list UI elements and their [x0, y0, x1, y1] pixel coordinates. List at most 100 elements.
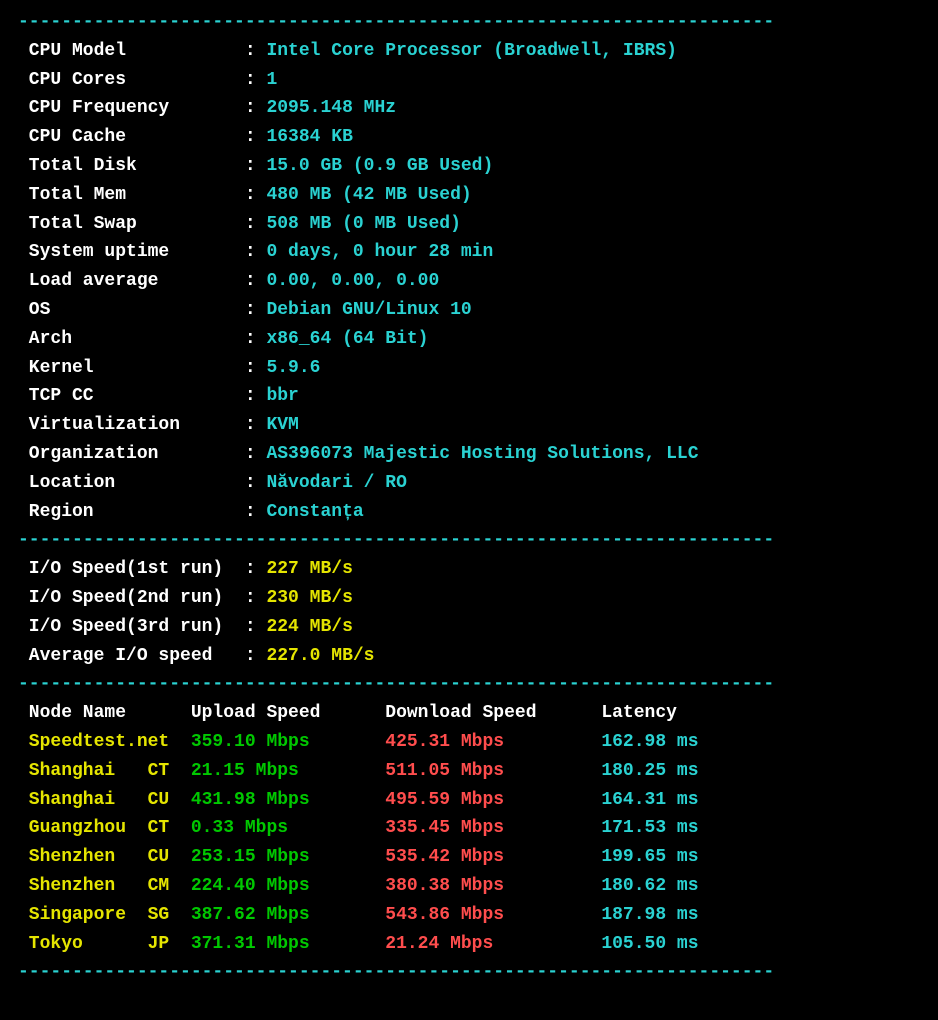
divider-line: ----------------------------------------… [18, 8, 920, 37]
io-speed-section: I/O Speed(1st run) : 227 MB/s I/O Speed(… [18, 555, 920, 670]
io-row: I/O Speed(3rd run) : 224 MB/s [18, 613, 920, 642]
sysinfo-label: OS : [18, 300, 266, 320]
sysinfo-row: Total Mem : 480 MB (42 MB Used) [18, 181, 920, 210]
upload-speed: 431.98 Mbps [191, 790, 385, 810]
sysinfo-row: System uptime : 0 days, 0 hour 28 min [18, 238, 920, 267]
sysinfo-row: Arch : x86_64 (64 Bit) [18, 325, 920, 354]
col-header-download: Download Speed [385, 703, 601, 723]
sysinfo-row: Load average : 0.00, 0.00, 0.00 [18, 267, 920, 296]
sysinfo-label: CPU Frequency : [18, 98, 266, 118]
upload-speed: 387.62 Mbps [191, 905, 385, 925]
sysinfo-label: Load average : [18, 271, 266, 291]
sysinfo-value: x86_64 (64 Bit) [266, 329, 428, 349]
latency: 164.31 ms [601, 790, 698, 810]
sysinfo-value: Constanța [266, 502, 363, 522]
latency: 187.98 ms [601, 905, 698, 925]
download-speed: 335.45 Mbps [385, 818, 601, 838]
download-speed: 535.42 Mbps [385, 847, 601, 867]
system-info-section: CPU Model : Intel Core Processor (Broadw… [18, 37, 920, 527]
download-speed: 21.24 Mbps [385, 934, 601, 954]
col-header-node: Node Name [18, 703, 191, 723]
sysinfo-row: OS : Debian GNU/Linux 10 [18, 296, 920, 325]
sysinfo-label: Organization : [18, 444, 266, 464]
sysinfo-label: CPU Model : [18, 41, 266, 61]
node-name: Singapore SG [18, 905, 191, 925]
sysinfo-value: AS396073 Majestic Hosting Solutions, LLC [266, 444, 698, 464]
sysinfo-label: CPU Cores : [18, 70, 266, 90]
speedtest-row: Shanghai CT 21.15 Mbps 511.05 Mbps 180.2… [18, 757, 920, 786]
sysinfo-value: 480 MB (42 MB Used) [266, 185, 471, 205]
sysinfo-value: Intel Core Processor (Broadwell, IBRS) [266, 41, 676, 61]
speedtest-row: Shanghai CU 431.98 Mbps 495.59 Mbps 164.… [18, 786, 920, 815]
sysinfo-value: 508 MB (0 MB Used) [266, 214, 460, 234]
sysinfo-value: bbr [266, 386, 298, 406]
download-speed: 425.31 Mbps [385, 732, 601, 752]
upload-speed: 224.40 Mbps [191, 876, 385, 896]
sysinfo-label: TCP CC : [18, 386, 266, 406]
io-label: Average I/O speed : [18, 646, 266, 666]
speedtest-row: Guangzhou CT 0.33 Mbps 335.45 Mbps 171.5… [18, 814, 920, 843]
sysinfo-value: Năvodari / RO [266, 473, 406, 493]
sysinfo-value: 15.0 GB (0.9 GB Used) [266, 156, 493, 176]
sysinfo-value: 5.9.6 [266, 358, 320, 378]
sysinfo-label: Kernel : [18, 358, 266, 378]
divider-line: ----------------------------------------… [18, 526, 920, 555]
sysinfo-value: 0 days, 0 hour 28 min [266, 242, 493, 262]
latency: 171.53 ms [601, 818, 698, 838]
speedtest-row: Shenzhen CU 253.15 Mbps 535.42 Mbps 199.… [18, 843, 920, 872]
download-speed: 511.05 Mbps [385, 761, 601, 781]
latency: 162.98 ms [601, 732, 698, 752]
io-row: Average I/O speed : 227.0 MB/s [18, 642, 920, 671]
speedtest-row: Tokyo JP 371.31 Mbps 21.24 Mbps 105.50 m… [18, 930, 920, 959]
io-row: I/O Speed(2nd run) : 230 MB/s [18, 584, 920, 613]
latency: 180.25 ms [601, 761, 698, 781]
download-speed: 543.86 Mbps [385, 905, 601, 925]
sysinfo-row: CPU Cores : 1 [18, 66, 920, 95]
io-value: 227.0 MB/s [266, 646, 374, 666]
sysinfo-label: Location : [18, 473, 266, 493]
sysinfo-row: Organization : AS396073 Majestic Hosting… [18, 440, 920, 469]
upload-speed: 253.15 Mbps [191, 847, 385, 867]
upload-speed: 371.31 Mbps [191, 934, 385, 954]
sysinfo-row: Kernel : 5.9.6 [18, 354, 920, 383]
sysinfo-value: KVM [266, 415, 298, 435]
speedtest-header: Node Name Upload Speed Download Speed La… [18, 699, 920, 728]
sysinfo-row: CPU Cache : 16384 KB [18, 123, 920, 152]
divider-line: ----------------------------------------… [18, 670, 920, 699]
node-name: Tokyo JP [18, 934, 191, 954]
node-name: Shanghai CU [18, 790, 191, 810]
io-value: 227 MB/s [266, 559, 352, 579]
upload-speed: 359.10 Mbps [191, 732, 385, 752]
io-label: I/O Speed(2nd run) : [18, 588, 266, 608]
sysinfo-label: Total Mem : [18, 185, 266, 205]
sysinfo-row: Virtualization : KVM [18, 411, 920, 440]
sysinfo-label: CPU Cache : [18, 127, 266, 147]
col-header-latency: Latency [601, 703, 677, 723]
node-name: Shanghai CT [18, 761, 191, 781]
sysinfo-row: Total Disk : 15.0 GB (0.9 GB Used) [18, 152, 920, 181]
col-header-upload: Upload Speed [191, 703, 385, 723]
divider-line: ----------------------------------------… [18, 958, 920, 987]
sysinfo-label: Total Disk : [18, 156, 266, 176]
speedtest-row: Shenzhen CM 224.40 Mbps 380.38 Mbps 180.… [18, 872, 920, 901]
speedtest-row: Singapore SG 387.62 Mbps 543.86 Mbps 187… [18, 901, 920, 930]
sysinfo-row: Total Swap : 508 MB (0 MB Used) [18, 210, 920, 239]
node-name: Shenzhen CM [18, 876, 191, 896]
sysinfo-value: Debian GNU/Linux 10 [266, 300, 471, 320]
io-row: I/O Speed(1st run) : 227 MB/s [18, 555, 920, 584]
sysinfo-value: 0.00, 0.00, 0.00 [266, 271, 439, 291]
sysinfo-label: Virtualization : [18, 415, 266, 435]
sysinfo-value: 2095.148 MHz [266, 98, 396, 118]
speedtest-section: Node Name Upload Speed Download Speed La… [18, 699, 920, 958]
speedtest-row: Speedtest.net 359.10 Mbps 425.31 Mbps 16… [18, 728, 920, 757]
io-label: I/O Speed(3rd run) : [18, 617, 266, 637]
sysinfo-label: System uptime : [18, 242, 266, 262]
latency: 105.50 ms [601, 934, 698, 954]
node-name: Speedtest.net [18, 732, 191, 752]
sysinfo-value: 1 [266, 70, 277, 90]
io-value: 230 MB/s [266, 588, 352, 608]
upload-speed: 21.15 Mbps [191, 761, 385, 781]
latency: 180.62 ms [601, 876, 698, 896]
sysinfo-row: Location : Năvodari / RO [18, 469, 920, 498]
terminal-output: ----------------------------------------… [18, 8, 920, 987]
